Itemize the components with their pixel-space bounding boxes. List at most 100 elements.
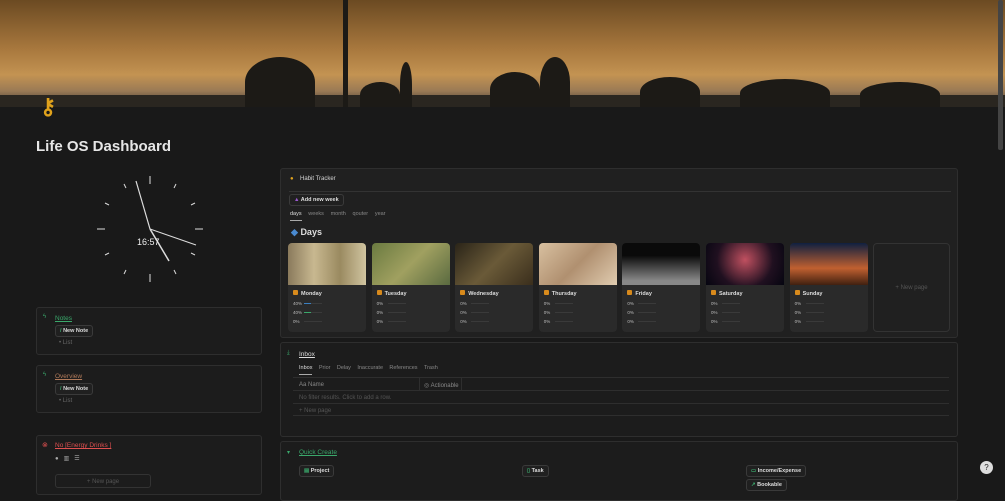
scrollbar[interactable] [998,0,1003,150]
quick-create-link[interactable]: Quick Create [299,449,337,456]
day-cover-image [538,243,617,285]
notes-link[interactable]: Notes [55,315,72,322]
day-name: Friday [627,290,700,297]
day-card[interactable]: Sunday 0% 0% 0% [789,243,868,332]
progress-row: 40% [293,310,366,315]
income-expense-button[interactable]: ▭ Income/Expense [746,465,807,477]
progress-row: 0% [627,301,700,306]
progress-row: 0% [711,319,784,324]
progress-row: 0% [377,319,450,324]
new-note-button[interactable]: / New Note [55,325,94,337]
tab-prior[interactable]: Prior [319,365,331,371]
progress-bar [805,320,824,323]
analog-clock [97,176,203,282]
day-card[interactable]: Thursday 0% 0% 0% [538,243,617,332]
page-icon-key: ⚷ [40,94,57,119]
progress-bar [554,302,573,305]
view-tabs: days weeks month qouter year [290,211,391,221]
notes-block: ϟ Notes / New Note • List [36,307,262,355]
progress-bar [387,320,406,323]
quick-create-icon: ▾ [287,450,291,456]
energy-drinks-link[interactable]: No [Energy Drinks ] [55,442,111,449]
task-button[interactable]: ▯ Task [522,465,549,477]
new-page-row[interactable]: + New page [293,403,949,416]
progress-bar [722,311,740,314]
progress-bar [471,311,490,314]
inbox-block: ⤓ Inbox Inbox Prior Delay Inaccurate Ref… [280,342,958,437]
inbox-link[interactable]: Inbox [299,351,315,358]
progress-bar [304,302,322,305]
days-heading: ◆ Days [291,227,322,237]
progress-row: 40% [293,301,366,306]
calendar-icon [293,290,298,295]
stop-icon: ⊗ [42,442,48,449]
progress-bar [638,320,657,323]
add-new-week-button[interactable]: ▲ Add new week [289,194,344,206]
tab-inaccurate[interactable]: Inaccurate [357,365,383,371]
progress-row: 0% [711,310,784,315]
help-button[interactable]: ? [980,461,993,474]
progress-bar [387,302,406,305]
bookable-button[interactable]: ↗ Bookable [746,479,787,491]
day-cover-image [706,243,784,285]
day-name: Wednesday [460,290,533,297]
day-name: Sunday [794,290,868,297]
habit-tracker-title: Habit Tracker [300,176,336,182]
progress-row: 0% [377,301,450,306]
progress-row: 0% [795,319,868,324]
day-card[interactable]: Friday 0% 0% 0% [622,243,701,332]
list-link[interactable]: • List [59,340,72,346]
progress-bar [304,320,322,323]
day-name: Monday [293,290,366,297]
view-tabs[interactable]: ● ▥ ☰ [55,455,80,462]
progress-row: 0% [293,319,366,324]
lightning-icon: ϟ [43,372,47,378]
progress-row: 0% [460,310,533,315]
column-name[interactable]: Aa Name [299,382,324,388]
progress-bar [638,311,657,314]
progress-row: 0% [544,310,617,315]
list-link[interactable]: • List [59,398,72,404]
tab-inbox[interactable]: Inbox [299,365,313,375]
progress-row: 0% [627,310,700,315]
tab-references[interactable]: References [389,365,417,371]
new-note-button[interactable]: / New Note [55,383,94,395]
overview-link[interactable]: Overview [55,373,82,380]
new-page-card[interactable]: + New page [873,243,950,332]
progress-row: 0% [377,310,450,315]
tab-days[interactable]: days [290,211,302,221]
progress-bar [638,302,657,305]
inbox-table: Aa Name ◎ Actionable No filter results. … [293,377,949,418]
new-page-button[interactable]: + New page [55,474,151,488]
day-card[interactable]: Monday 40% 40% 0% [288,243,366,332]
tab-delay[interactable]: Delay [337,365,351,371]
tab-qouter[interactable]: qouter [353,211,369,217]
progress-bar [554,320,573,323]
day-card[interactable]: Saturday 0% 0% 0% [706,243,784,332]
progress-bar [554,311,573,314]
day-card[interactable]: Tuesday 0% 0% 0% [371,243,450,332]
day-name: Tuesday [376,290,450,297]
cover-image [0,0,1005,107]
calendar-icon [460,290,466,295]
progress-row: 0% [460,319,533,324]
progress-bar [387,311,406,314]
day-cover-image [288,243,366,285]
tab-year[interactable]: year [375,211,386,217]
column-actionable[interactable]: ◎ Actionable [419,378,459,390]
progress-row: 0% [795,301,868,306]
progress-bar [805,311,824,314]
calendar-icon [794,290,800,295]
progress-bar [471,320,490,323]
progress-row: 0% [460,301,533,306]
progress-bar [805,302,824,305]
progress-row: 0% [544,319,617,324]
project-button[interactable]: ▤ Project [299,465,335,477]
tab-month[interactable]: month [331,211,346,217]
day-card[interactable]: Wednesday 0% 0% 0% [455,243,534,332]
calendar-icon [627,290,633,295]
lightning-icon: ϟ [43,314,47,320]
tab-trash[interactable]: Trash [424,365,438,371]
progress-bar [722,320,740,323]
tab-weeks[interactable]: weeks [308,211,324,217]
